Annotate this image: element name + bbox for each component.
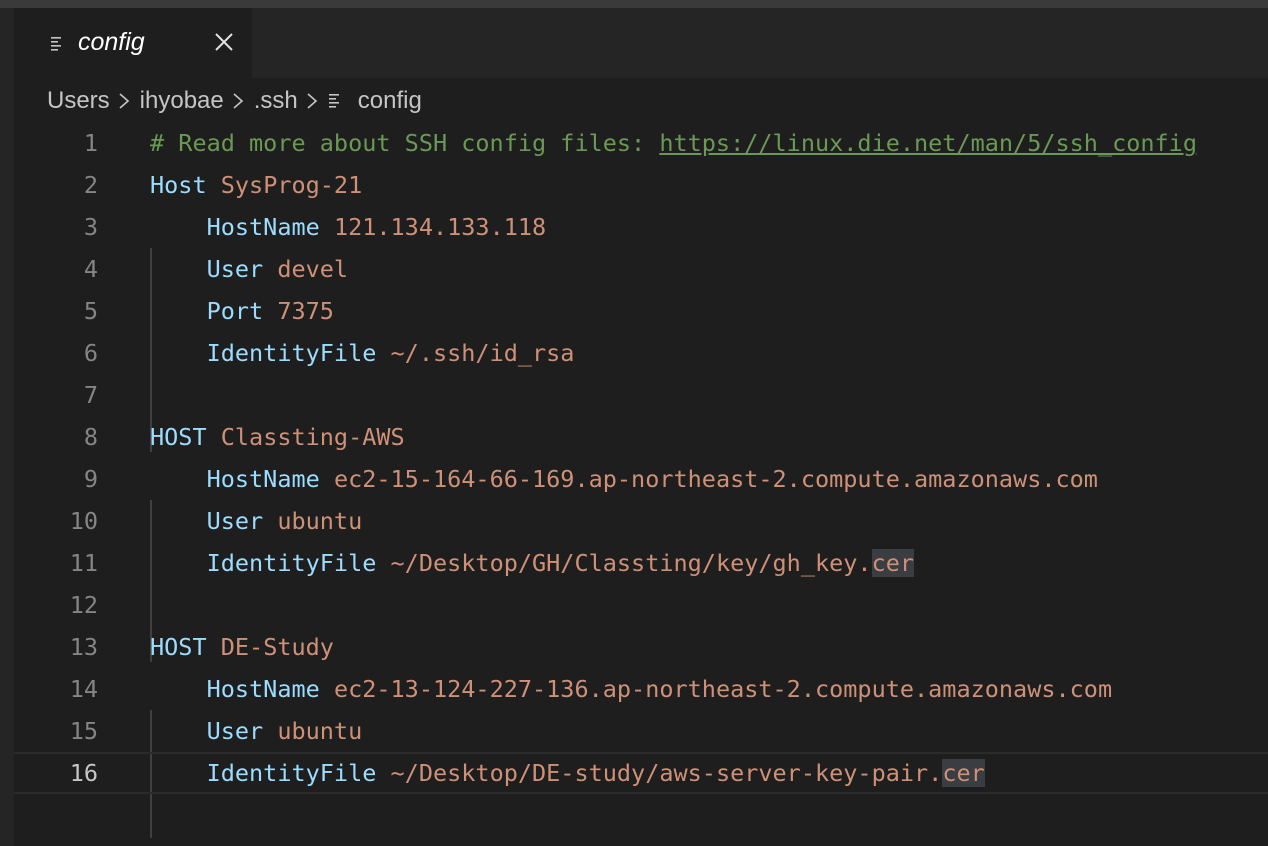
config-value: ~/Desktop/DE-study/aws-server-key-pair. xyxy=(390,759,943,787)
line-number: 10 xyxy=(69,507,98,535)
config-keyword: HostName xyxy=(206,213,320,241)
chevron-right-icon xyxy=(119,93,129,109)
config-keyword: IdentityFile xyxy=(206,339,377,367)
config-keyword: HostName xyxy=(206,465,320,493)
code-line[interactable]: 14 HostName ec2-13-124-227-136.ap-northe… xyxy=(14,668,1268,710)
line-number: 9 xyxy=(83,465,98,493)
line-number: 2 xyxy=(83,171,98,199)
line-text: User ubuntu xyxy=(150,710,363,752)
window-top-strip xyxy=(0,0,1268,8)
breadcrumb-item-config[interactable]: config xyxy=(358,87,422,115)
code-line[interactable]: 4 User devel xyxy=(14,248,1268,290)
highlighted-match: cer xyxy=(942,759,985,787)
line-text: User ubuntu xyxy=(150,500,363,542)
config-value: ~/.ssh/id_rsa xyxy=(390,339,575,367)
breadcrumb-item-users[interactable]: Users xyxy=(47,87,110,115)
line-text: IdentityFile ~/Desktop/DE-study/aws-serv… xyxy=(150,754,985,792)
line-number: 12 xyxy=(69,591,98,619)
comment-text: # Read more about SSH config files: xyxy=(150,129,660,157)
config-keyword: HostName xyxy=(206,675,320,703)
line-text: IdentityFile ~/Desktop/GH/Classting/key/… xyxy=(150,542,915,584)
line-text: Port 7375 xyxy=(150,290,334,332)
line-text: HOST Classting-AWS xyxy=(150,416,405,458)
line-text: HOST DE-Study xyxy=(150,626,334,668)
code-line[interactable]: 12 xyxy=(14,584,1268,626)
close-icon[interactable] xyxy=(212,30,236,54)
code-line[interactable]: 15 User ubuntu xyxy=(14,710,1268,752)
line-text: Host SysProg-21 xyxy=(150,164,362,206)
chevron-right-icon xyxy=(233,93,243,109)
line-number: 3 xyxy=(83,213,98,241)
line-number: 4 xyxy=(83,255,98,283)
comment-link[interactable]: https://linux.die.net/man/5/ssh_config xyxy=(659,129,1197,157)
file-lines-icon xyxy=(328,94,339,108)
code-line[interactable]: 1 # Read more about SSH config files: htt… xyxy=(14,122,1268,164)
line-text: HostName ec2-13-124-227-136.ap-northeast… xyxy=(150,668,1113,710)
code-line[interactable]: 13 HOST DE-Study xyxy=(14,626,1268,668)
line-number: 14 xyxy=(69,675,98,703)
tab-config[interactable]: config xyxy=(14,8,252,78)
line-number: 11 xyxy=(69,549,98,577)
config-value: 7375 xyxy=(277,297,334,325)
breadcrumb: Users ihyobae .ssh config xyxy=(47,84,422,118)
config-keyword: IdentityFile xyxy=(206,549,377,577)
breadcrumb-item-ssh[interactable]: .ssh xyxy=(254,87,298,115)
line-number: 8 xyxy=(83,423,98,451)
config-keyword: User xyxy=(206,717,264,745)
chevron-right-icon xyxy=(307,93,317,109)
breadcrumb-item-ihyobae[interactable]: ihyobae xyxy=(140,87,224,115)
config-value: 121.134.133.118 xyxy=(333,213,547,241)
line-number: 6 xyxy=(83,339,98,367)
code-line[interactable]: 7 xyxy=(14,374,1268,416)
code-area[interactable]: 1 # Read more about SSH config files: htt… xyxy=(14,122,1268,838)
code-line[interactable]: 6 IdentityFile ~/.ssh/id_rsa xyxy=(14,332,1268,374)
editor[interactable]: Users ihyobae .ssh config 1 # Read more a… xyxy=(14,78,1268,846)
config-value: ubuntu xyxy=(277,507,363,535)
line-number: 7 xyxy=(83,381,98,409)
config-keyword: HOST xyxy=(150,633,207,661)
line-number: 1 xyxy=(83,129,98,157)
code-line[interactable]: 16 IdentityFile ~/Desktop/DE-study/aws-s… xyxy=(14,752,1268,794)
file-lines-icon xyxy=(51,37,61,51)
code-line[interactable]: 9 HostName ec2-15-164-66-169.ap-northeas… xyxy=(14,458,1268,500)
config-keyword: IdentityFile xyxy=(206,759,377,787)
line-number: 13 xyxy=(69,633,98,661)
line-text: IdentityFile ~/.ssh/id_rsa xyxy=(150,332,575,374)
config-value: ec2-15-164-66-169.ap-northeast-2.compute… xyxy=(333,465,1098,493)
config-value: DE-Study xyxy=(220,633,334,661)
config-value: ~/Desktop/GH/Classting/key/gh_key. xyxy=(390,549,872,577)
config-keyword: User xyxy=(206,507,264,535)
line-number: 16 xyxy=(69,759,98,787)
line-number: 15 xyxy=(69,717,98,745)
line-text: HostName 121.134.133.118 xyxy=(150,206,547,248)
tab-label: config xyxy=(78,28,145,56)
line-text: # Read more about SSH config files: http… xyxy=(150,122,1197,164)
code-line[interactable]: 3 HostName 121.134.133.118 xyxy=(14,206,1268,248)
code-line[interactable]: 11 IdentityFile ~/Desktop/GH/Classting/k… xyxy=(14,542,1268,584)
highlighted-match: cer xyxy=(871,549,915,577)
activity-bar-edge xyxy=(0,8,14,846)
config-keyword: User xyxy=(206,255,264,283)
config-value: SysProg-21 xyxy=(220,171,363,199)
config-keyword: Port xyxy=(206,297,264,325)
line-text: User devel xyxy=(150,248,349,290)
config-keyword: Host xyxy=(150,171,207,199)
line-number: 5 xyxy=(83,297,98,325)
config-value: devel xyxy=(277,255,349,283)
code-line[interactable]: 10 User ubuntu xyxy=(14,500,1268,542)
config-value: ubuntu xyxy=(277,717,363,745)
config-keyword: HOST xyxy=(150,423,207,451)
code-line[interactable]: 8 HOST Classting-AWS xyxy=(14,416,1268,458)
code-line[interactable]: 5 Port 7375 xyxy=(14,290,1268,332)
line-text: HostName ec2-15-164-66-169.ap-northeast-… xyxy=(150,458,1098,500)
tab-bar: config xyxy=(14,8,1268,78)
code-line[interactable]: 2 Host SysProg-21 xyxy=(14,164,1268,206)
config-value: ec2-13-124-227-136.ap-northeast-2.comput… xyxy=(333,675,1113,703)
config-value: Classting-AWS xyxy=(220,423,405,451)
